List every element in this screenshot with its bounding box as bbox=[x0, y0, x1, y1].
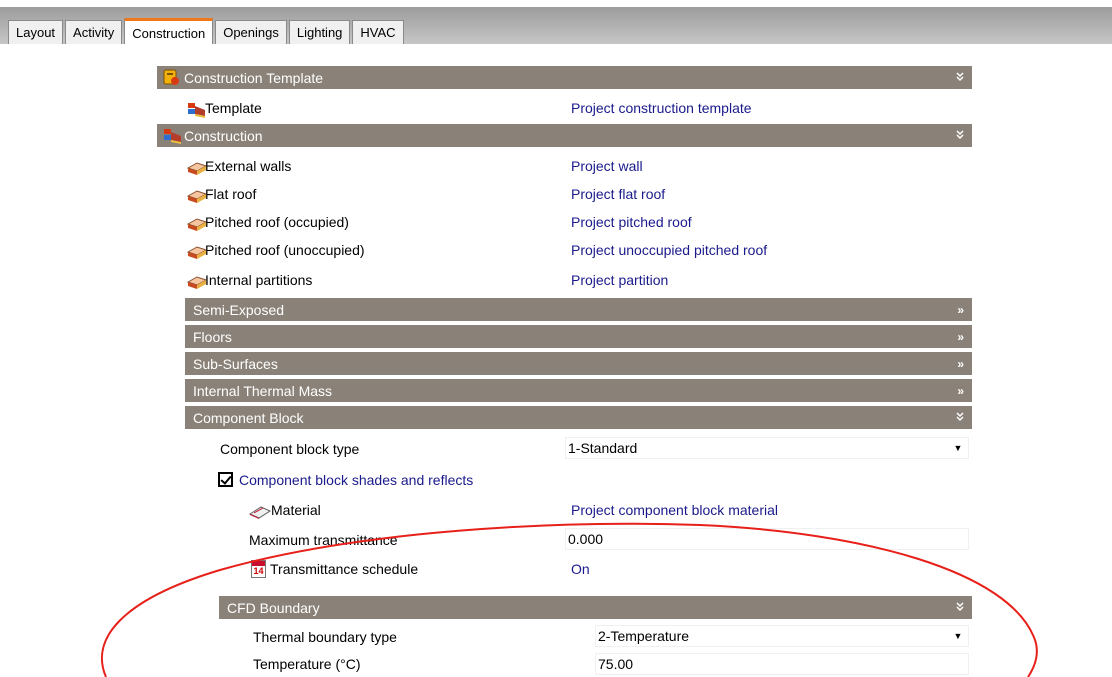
wall-layers-icon bbox=[186, 242, 208, 259]
construction-template-header[interactable]: Construction Template bbox=[157, 66, 972, 90]
dropdown-arrow-icon[interactable]: ▼ bbox=[950, 439, 966, 457]
construction-template-title: Construction Template bbox=[184, 70, 324, 86]
transmittance-schedule-label: Transmittance schedule bbox=[270, 561, 419, 577]
expand-icon[interactable]: » bbox=[957, 298, 964, 322]
internal-thermal-mass-header[interactable]: Internal Thermal Mass » bbox=[185, 379, 972, 403]
tab-hvac[interactable]: HVAC bbox=[352, 20, 404, 44]
construction-template-icon bbox=[163, 69, 181, 85]
material-icon bbox=[248, 502, 272, 519]
expand-icon[interactable]: » bbox=[957, 379, 964, 403]
tab-lighting[interactable]: Lighting bbox=[288, 20, 351, 44]
tab-layout[interactable]: Layout bbox=[8, 20, 64, 44]
item-label: Pitched roof (occupied) bbox=[205, 214, 349, 230]
section-title: Floors bbox=[193, 329, 232, 345]
dropdown-arrow-icon[interactable]: ▼ bbox=[950, 627, 966, 645]
template-row[interactable]: Template Project construction template bbox=[157, 95, 972, 121]
max-transmittance-label: Maximum transmittance bbox=[249, 532, 398, 548]
expand-icon[interactable]: » bbox=[957, 352, 964, 376]
item-label: Flat roof bbox=[205, 186, 257, 202]
construction-item-internal-partitions[interactable]: Internal partitions Project partition bbox=[157, 267, 972, 293]
component-block-header[interactable]: Component Block bbox=[185, 406, 972, 430]
dropdown-value: 1-Standard bbox=[568, 440, 638, 456]
item-label: External walls bbox=[205, 158, 292, 174]
item-value[interactable]: Project wall bbox=[571, 153, 643, 179]
temperature-row[interactable]: Temperature (°C) 75.00 bbox=[157, 651, 972, 677]
input-value: 75.00 bbox=[598, 656, 634, 672]
item-label: Internal partitions bbox=[205, 272, 313, 288]
sub-surfaces-header[interactable]: Sub-Surfaces » bbox=[185, 352, 972, 376]
item-label: Pitched roof (unoccupied) bbox=[205, 242, 365, 258]
section-title: CFD Boundary bbox=[227, 600, 320, 616]
construction-item-pitched-roof-occupied[interactable]: Pitched roof (occupied) Project pitched … bbox=[157, 209, 972, 235]
item-value[interactable]: Project pitched roof bbox=[571, 209, 692, 235]
collapse-icon[interactable] bbox=[956, 124, 964, 148]
construction-panel: Construction Template Template Project c… bbox=[157, 44, 972, 677]
material-value[interactable]: Project component block material bbox=[571, 497, 778, 523]
construction-item-flat-roof[interactable]: Flat roof Project flat roof bbox=[157, 181, 972, 207]
section-title: Semi-Exposed bbox=[193, 302, 285, 318]
template-label: Template bbox=[205, 100, 262, 116]
item-value[interactable]: Project flat roof bbox=[571, 181, 665, 207]
floors-header[interactable]: Floors » bbox=[185, 325, 972, 349]
shades-checkbox[interactable] bbox=[218, 472, 233, 487]
material-label: Material bbox=[271, 502, 321, 518]
construction-icon bbox=[163, 127, 181, 144]
template-value[interactable]: Project construction template bbox=[571, 95, 752, 121]
tab-openings[interactable]: Openings bbox=[215, 20, 287, 44]
construction-item-pitched-roof-unoccupied[interactable]: Pitched roof (unoccupied) Project unoccu… bbox=[157, 237, 972, 263]
item-value[interactable]: Project partition bbox=[571, 267, 668, 293]
construction-header[interactable]: Construction bbox=[157, 124, 972, 148]
component-block-type-label: Component block type bbox=[220, 441, 360, 457]
thermal-boundary-type-dropdown[interactable]: 2-Temperature ▼ bbox=[595, 625, 969, 647]
max-transmittance-input[interactable]: 0.000 bbox=[565, 528, 969, 550]
section-title: Component Block bbox=[193, 410, 304, 426]
section-title: Internal Thermal Mass bbox=[193, 383, 333, 399]
thermal-boundary-type-label: Thermal boundary type bbox=[253, 629, 397, 645]
transmittance-schedule-value[interactable]: On bbox=[571, 556, 590, 582]
wall-layers-icon bbox=[186, 158, 208, 175]
tab-activity[interactable]: Activity bbox=[65, 20, 123, 44]
tab-construction[interactable]: Construction bbox=[124, 18, 214, 44]
wall-layers-icon bbox=[186, 186, 208, 203]
construction-title: Construction bbox=[184, 128, 263, 144]
collapse-icon[interactable] bbox=[956, 66, 964, 90]
component-block-type-row[interactable]: Component block type 1-Standard ▼ bbox=[157, 436, 972, 462]
collapse-icon[interactable] bbox=[956, 406, 964, 430]
temperature-label: Temperature (°C) bbox=[253, 656, 361, 672]
cfd-boundary-header[interactable]: CFD Boundary bbox=[219, 596, 972, 620]
construction-item-external-walls[interactable]: External walls Project wall bbox=[157, 153, 972, 179]
component-block-material-row[interactable]: Material Project component block materia… bbox=[157, 497, 972, 523]
transmittance-schedule-row[interactable]: 14 Transmittance schedule On bbox=[157, 556, 972, 582]
dropdown-value: 2-Temperature bbox=[598, 628, 690, 644]
shades-label[interactable]: Component block shades and reflects bbox=[239, 467, 473, 493]
tabs: Layout Activity Construction Openings Li… bbox=[8, 18, 406, 44]
template-icon bbox=[187, 100, 205, 118]
component-block-type-dropdown[interactable]: 1-Standard ▼ bbox=[565, 437, 969, 459]
wall-layers-icon bbox=[186, 272, 208, 289]
item-value[interactable]: Project unoccupied pitched roof bbox=[571, 237, 767, 263]
expand-icon[interactable]: » bbox=[957, 325, 964, 349]
calendar-icon: 14 bbox=[251, 560, 266, 578]
collapse-icon[interactable] bbox=[956, 596, 964, 620]
wall-layers-icon bbox=[186, 214, 208, 231]
input-value: 0.000 bbox=[568, 531, 604, 547]
component-block-shades-row[interactable]: Component block shades and reflects bbox=[157, 467, 972, 493]
max-transmittance-row[interactable]: Maximum transmittance 0.000 bbox=[157, 527, 972, 553]
thermal-boundary-type-row[interactable]: Thermal boundary type 2-Temperature ▼ bbox=[157, 624, 972, 650]
temperature-input[interactable]: 75.00 bbox=[595, 653, 969, 675]
section-title: Sub-Surfaces bbox=[193, 356, 278, 372]
calendar-day: 14 bbox=[253, 566, 264, 576]
tab-strip: Layout Activity Construction Openings Li… bbox=[0, 0, 1112, 44]
semi-exposed-header[interactable]: Semi-Exposed » bbox=[185, 298, 972, 322]
